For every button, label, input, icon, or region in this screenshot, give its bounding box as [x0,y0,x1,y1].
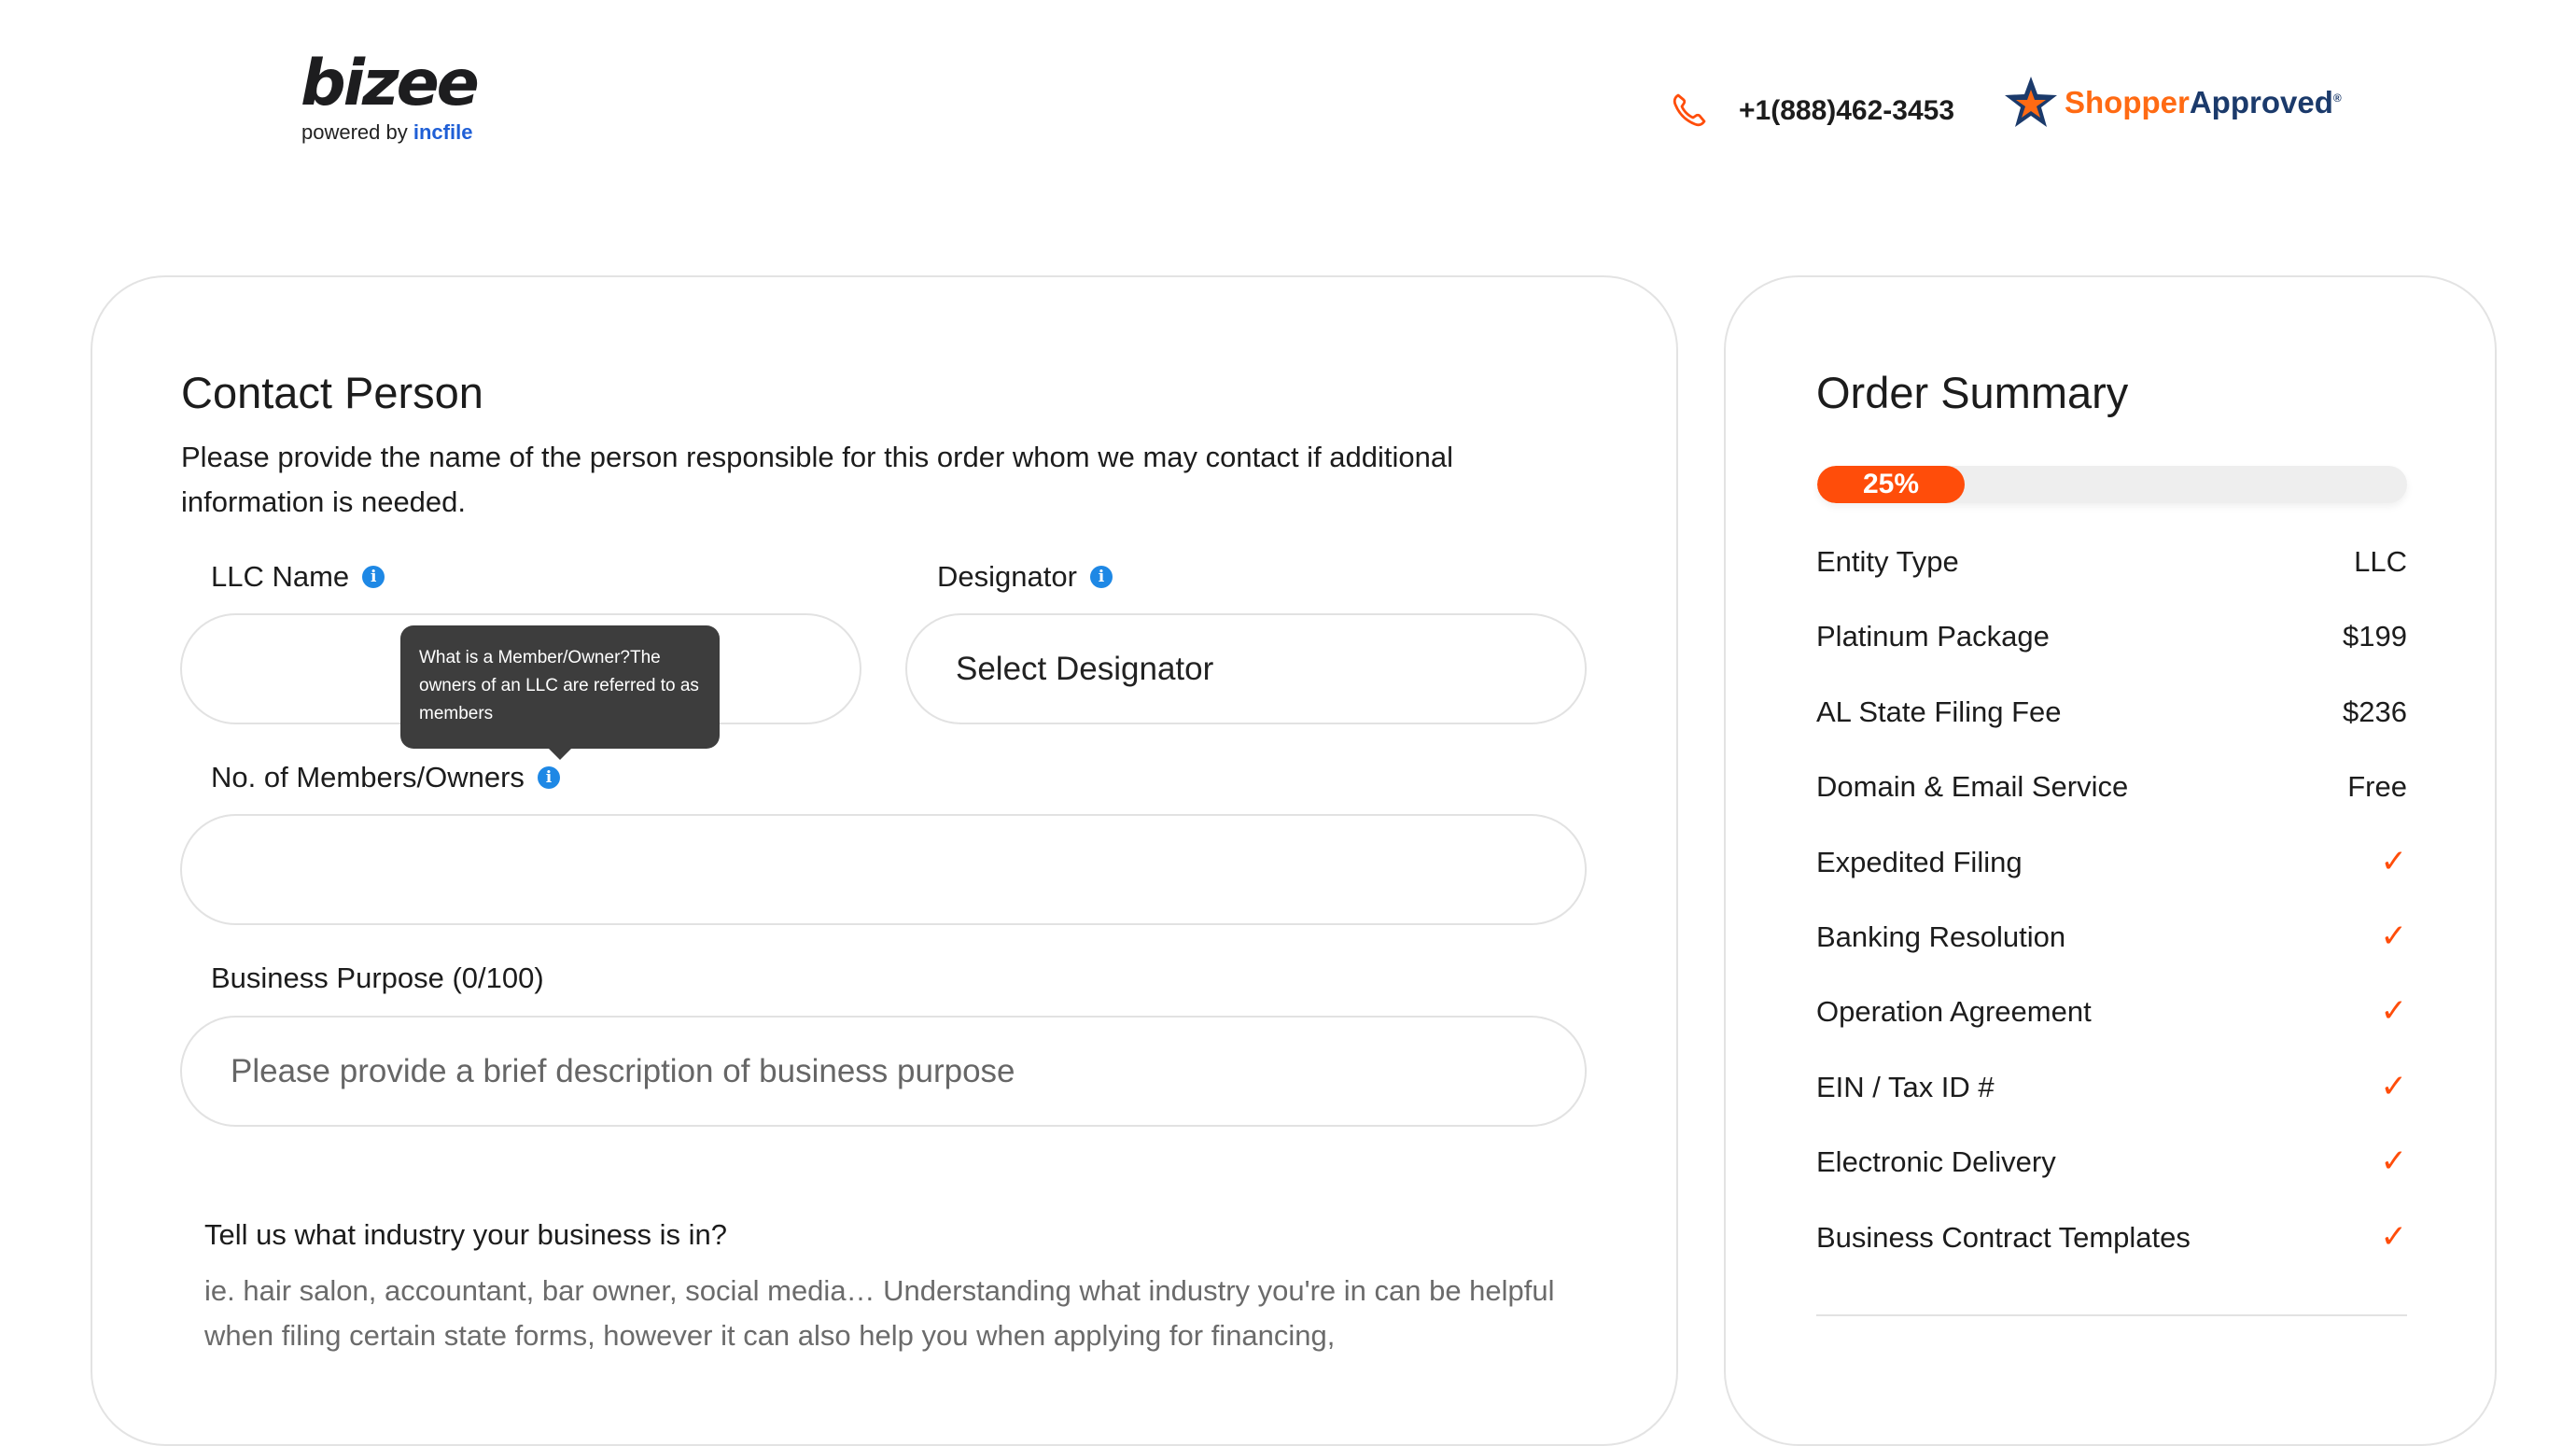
designator-label-text: Designator [937,560,1077,593]
members-input[interactable] [180,814,1587,925]
business-purpose-label: Business Purpose (0/100) [211,963,544,992]
checkmark-icon: ✓ [2380,1144,2408,1180]
contact-title: Contact Person [181,368,483,417]
phone-number[interactable]: +1(888)462-3453 [1739,97,1954,125]
shopper-approved-star-icon [2005,77,2057,127]
summary-row: Domain & Email Service Free [1816,770,2407,845]
summary-label: Platinum Package [1816,620,2050,653]
shopper-text: Shopper [2065,85,2190,119]
checkmark-icon: ✓ [2380,1068,2408,1104]
checkmark-icon: ✓ [2380,918,2408,954]
summary-row: Electronic Delivery ✓ [1816,1145,2407,1220]
tagline-prefix: powered by [301,120,408,144]
designator-select[interactable]: Select Designator [905,613,1587,724]
summary-label: Electronic Delivery [1816,1145,2056,1179]
designator-label: Designator i [937,562,1113,591]
summary-label: Domain & Email Service [1816,770,2129,804]
industry-question: Tell us what industry your business is i… [204,1218,727,1251]
checkmark-icon: ✓ [2380,1218,2408,1255]
phone-icon[interactable] [1671,91,1708,129]
info-icon[interactable]: i [1089,565,1113,588]
summary-row: Operation Agreement ✓ [1816,995,2407,1070]
registered-mark: ® [2332,91,2342,105]
contact-description: Please provide the name of the person re… [181,441,1454,518]
summary-label: EIN / Tax ID # [1816,1070,1995,1103]
summary-row: EIN / Tax ID # ✓ [1816,1071,2407,1145]
summary-row: Entity Type LLC [1816,545,2407,620]
checkmark-icon: ✓ [2380,843,2408,879]
summary-value: LLC [2354,545,2407,578]
summary-label: Operation Agreement [1816,995,2092,1029]
info-icon[interactable]: i [537,765,560,789]
llc-name-label: LLC Name i [211,562,385,591]
tagline-brand: incfile [413,120,473,144]
progress-label: 25% [1862,469,1920,499]
info-icon[interactable]: i [362,565,385,588]
summary-value: Free [2347,770,2407,804]
approved-text: Approved [2189,85,2333,119]
summary-label: AL State Filing Fee [1816,695,2062,728]
summary-value: $236 [2343,695,2407,728]
tooltip-arrow [547,747,573,760]
summary-label: Banking Resolution [1816,920,2066,953]
order-items: Entity Type LLC Platinum Package $199 AL… [1816,545,2407,1296]
industry-hint: ie. hair salon, accountant, bar owner, s… [204,1274,1555,1352]
bizee-logo[interactable]: bizee [301,52,480,116]
summary-row: AL State Filing Fee $236 [1816,695,2407,770]
members-label-text: No. of Members/Owners [211,761,525,793]
order-summary-title: Order Summary [1816,368,2129,417]
summary-row: Banking Resolution ✓ [1816,920,2407,995]
summary-row: Platinum Package $199 [1816,620,2407,695]
members-label: No. of Members/Owners i [211,763,560,792]
shopper-approved-logo[interactable]: ShopperApproved® [2065,87,2342,118]
summary-row: Business Contract Templates ✓ [1816,1221,2407,1296]
logo-tagline: powered by incfile [301,122,472,143]
llc-name-label-text: LLC Name [211,560,350,593]
business-purpose-label-text: Business Purpose (0/100) [211,962,544,994]
progress-bar: 25% [1817,466,2407,503]
summary-row: Expedited Filing ✓ [1816,846,2407,920]
business-purpose-input[interactable]: Please provide a brief description of bu… [180,1016,1587,1127]
summary-divider [1816,1314,2407,1316]
summary-label: Expedited Filing [1816,845,2023,878]
summary-label: Business Contract Templates [1816,1220,2191,1254]
checkmark-icon: ✓ [2380,993,2408,1030]
summary-value: $199 [2343,620,2407,653]
summary-label: Entity Type [1816,545,1959,578]
members-tooltip: What is a Member/Owner?The owners of an … [400,625,720,749]
